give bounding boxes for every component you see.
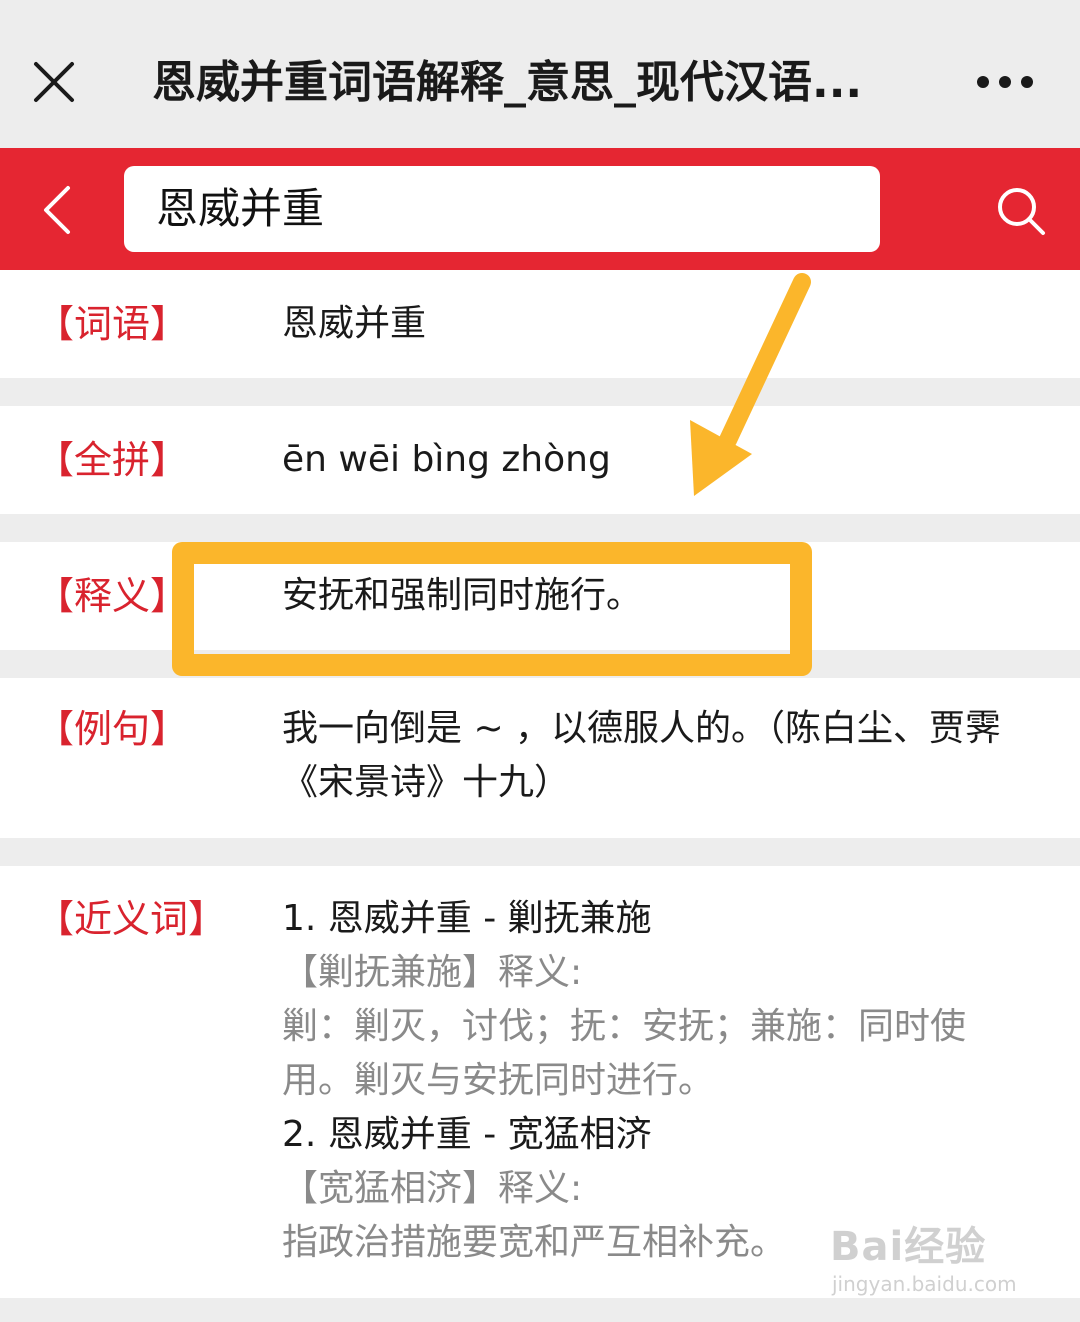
highlight-annotation-box bbox=[172, 542, 812, 676]
synonym-title: 1. 恩威并重 - 剿抚兼施 bbox=[282, 898, 652, 939]
entry-word-label: 【词语】 bbox=[36, 302, 189, 346]
search-icon[interactable] bbox=[994, 184, 1048, 238]
entry-pinyin-label: 【全拼】 bbox=[36, 438, 189, 482]
entry-pinyin-row: 【全拼】 ēn wēi bìng zhòng bbox=[0, 406, 1080, 514]
watermark-logo: Bai经验 jingyan.baidu.com bbox=[826, 1202, 1026, 1302]
arrow-annotation-icon bbox=[690, 273, 811, 496]
entry-synonyms-label: 【近义词】 bbox=[36, 897, 227, 941]
synonym-title: 2. 恩威并重 - 宽猛相济 bbox=[282, 1114, 652, 1155]
entry-word-value: 恩威并重 bbox=[282, 303, 427, 344]
watermark-url: jingyan.baidu.com bbox=[832, 1272, 1017, 1296]
entry-example-value: 我一向倒是 ~ ，以德服人的。（陈白尘、贾霁《宋景诗》十九） bbox=[282, 708, 1002, 803]
search-input-value: 恩威并重 bbox=[156, 184, 325, 233]
close-icon[interactable] bbox=[30, 58, 78, 106]
search-bar: 恩威并重 bbox=[0, 148, 1080, 270]
synonym-sub-label: 【剿抚兼施】释义: bbox=[282, 952, 583, 993]
synonym-explanation: 剿：剿灭，讨伐；抚：安抚；兼施：同时使用。剿灭与安抚同时进行。 bbox=[282, 1006, 967, 1101]
entry-word-row: 【词语】 恩威并重 bbox=[0, 270, 1080, 378]
watermark-main: Bai经验 bbox=[830, 1224, 987, 1270]
entry-example-row: 【例句】 我一向倒是 ~ ，以德服人的。（陈白尘、贾霁《宋景诗》十九） bbox=[0, 678, 1080, 838]
title-bar: 恩威并重词语解释_意思_现代汉语... bbox=[0, 0, 1080, 148]
page-title: 恩威并重词语解释_意思_现代汉语... bbox=[152, 57, 863, 108]
search-input[interactable]: 恩威并重 bbox=[124, 166, 880, 252]
entry-example-label: 【例句】 bbox=[36, 707, 189, 751]
chevron-left-icon[interactable] bbox=[38, 184, 78, 236]
entry-meaning-label: 【释义】 bbox=[36, 574, 189, 618]
more-icon[interactable] bbox=[974, 68, 1036, 96]
entry-pinyin-value: ēn wēi bìng zhòng bbox=[282, 439, 611, 480]
